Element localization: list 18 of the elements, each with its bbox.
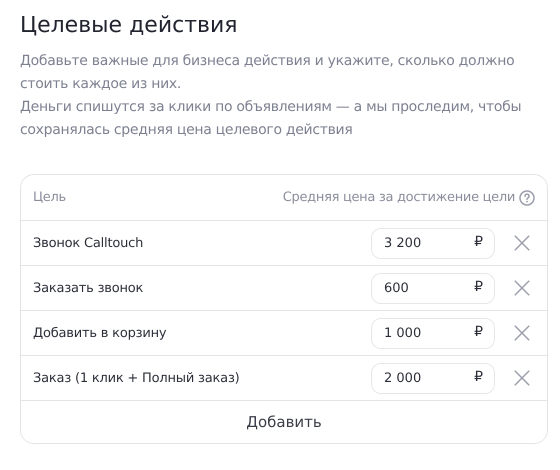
goal-name: Добавить в корзину — [33, 326, 168, 340]
currency-sign: ₽ — [474, 368, 483, 384]
currency-sign: ₽ — [474, 278, 483, 294]
goal-name: Звонок Calltouch — [33, 236, 144, 250]
description-text: Деньги спишутся за клики по объявлениям — а мы проследим, чтобы сохранялась средняя цена целевого действия — [20, 98, 522, 140]
column-header: Средняя цена за достижение цели — [282, 190, 515, 205]
description-text: Добавьте важные для бизнеса действия и укажите, сколько должно стоить каждое из них. — [20, 52, 516, 94]
close-icon[interactable] — [513, 369, 531, 387]
goal-name: Заказ (1 клик + Полный заказ) — [33, 370, 241, 386]
page-title: Целевые действия — [20, 12, 239, 40]
close-icon[interactable] — [513, 324, 531, 342]
help-icon[interactable] — [519, 190, 535, 206]
currency-sign: ₽ — [474, 324, 483, 340]
goal-name: Заказать звонок — [33, 280, 144, 296]
close-icon[interactable] — [513, 279, 531, 297]
column-header: Цель — [33, 190, 66, 205]
currency-sign: ₽ — [474, 234, 483, 250]
close-icon[interactable] — [513, 234, 531, 252]
